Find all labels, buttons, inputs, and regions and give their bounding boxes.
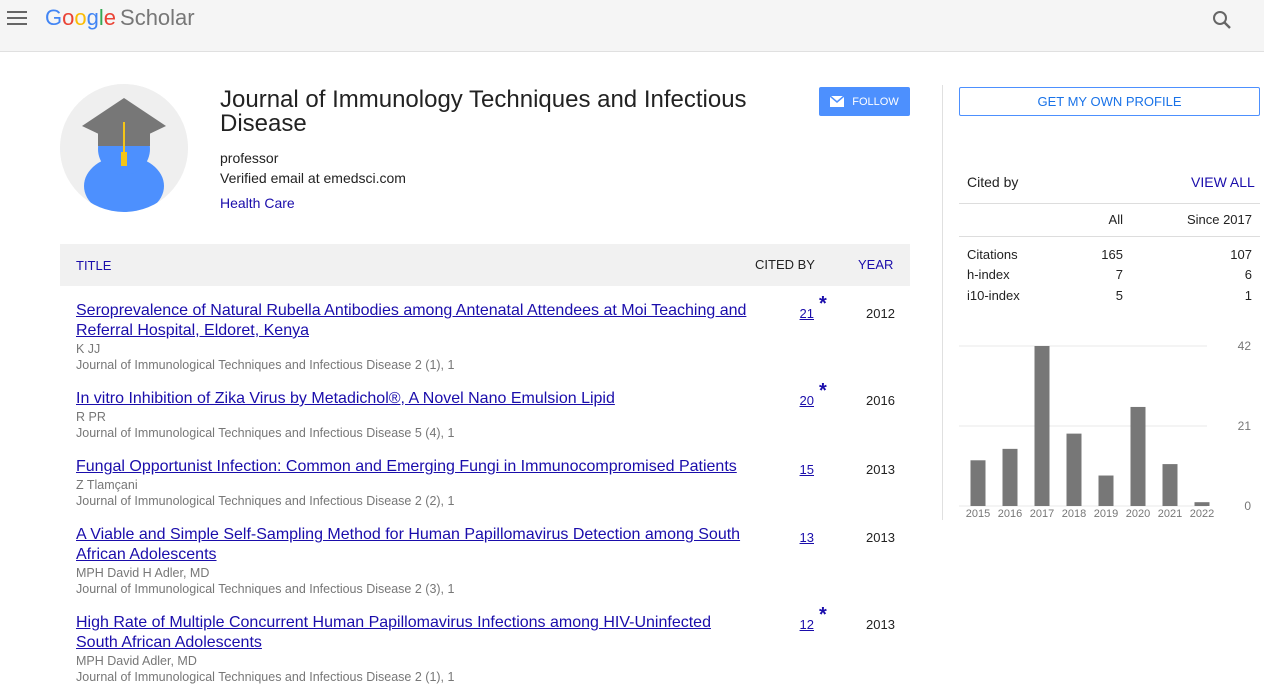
article-year: 2016 — [866, 393, 895, 408]
col-all-header: All — [1108, 212, 1123, 227]
x-tick-label: 2021 — [1158, 508, 1182, 520]
cited-by-count[interactable]: 15 — [754, 462, 814, 477]
interest-link[interactable]: Health Care — [220, 195, 295, 211]
article-title[interactable]: Seroprevalence of Natural Rubella Antibo… — [76, 301, 756, 341]
menu-icon[interactable] — [7, 11, 27, 27]
chart-bar-2020[interactable] — [1130, 406, 1146, 506]
stat-all: 165 — [1101, 247, 1123, 262]
stat-since: 1 — [1244, 288, 1252, 303]
cited-by-count[interactable]: 13 — [754, 530, 814, 545]
chart-bar-2015[interactable] — [970, 460, 986, 506]
merged-star[interactable]: * — [819, 604, 827, 627]
citations-chart: 0 21 42 2015 2016 2017 2018 2019 2020 2021 2022 — [959, 339, 1252, 520]
y-tick-label: 42 — [1238, 339, 1252, 353]
merged-star[interactable]: * — [819, 293, 827, 316]
y-tick-label: 0 — [1244, 499, 1251, 513]
chart-bar-2016[interactable] — [1002, 448, 1018, 506]
stat-label: h-index — [967, 267, 1010, 282]
article-venue: Journal of Immunological Techniques and … — [76, 670, 455, 684]
x-tick-label: 2022 — [1190, 508, 1214, 520]
sort-title[interactable]: TITLE — [76, 258, 111, 273]
article-year: 2013 — [866, 462, 895, 477]
stats-divider — [959, 203, 1260, 204]
google-scholar-logo[interactable]: Google Scholar — [45, 5, 195, 31]
article-venue: Journal of Immunological Techniques and … — [76, 426, 455, 440]
article-title[interactable]: In vitro Inhibition of Zika Virus by Met… — [76, 389, 756, 409]
chart-bar-2018[interactable] — [1066, 433, 1082, 506]
article-authors: K JJ — [76, 342, 101, 356]
top-bar: Google Scholar — [0, 0, 1264, 52]
cited-by-count[interactable]: 20 — [754, 393, 814, 408]
article-year: 2013 — [866, 617, 895, 632]
chart-bar-2019[interactable] — [1098, 475, 1114, 506]
article-year: 2012 — [866, 306, 895, 321]
article-venue: Journal of Immunological Techniques and … — [76, 494, 455, 508]
article-venue: Journal of Immunological Techniques and … — [76, 358, 455, 372]
article-title[interactable]: A Viable and Simple Self-Sampling Method… — [76, 525, 756, 565]
stat-since: 107 — [1230, 247, 1252, 262]
article-venue: Journal of Immunological Techniques and … — [76, 582, 455, 596]
cited-by-count[interactable]: 12 — [754, 617, 814, 632]
chart-bar-2017[interactable] — [1034, 346, 1050, 506]
article-title[interactable]: Fungal Opportunist Infection: Common and… — [76, 457, 756, 477]
column-divider — [942, 85, 943, 520]
x-tick-label: 2015 — [966, 508, 990, 520]
chart-bar-2021[interactable] — [1162, 464, 1178, 506]
x-tick-label: 2020 — [1126, 508, 1150, 520]
col-since-header: Since 2017 — [1186, 212, 1252, 227]
x-tick-label: 2018 — [1062, 508, 1086, 520]
sort-year[interactable]: YEAR — [858, 257, 893, 272]
stat-label: Citations — [967, 247, 1018, 262]
article-authors: R PR — [76, 410, 106, 424]
chart-bar-2022[interactable] — [1194, 502, 1210, 506]
mail-icon — [830, 96, 845, 107]
table-header: TITLE CITED BY YEAR — [60, 244, 910, 286]
stat-label: i10-index — [967, 288, 1020, 303]
get-my-own-profile-button[interactable]: GET MY OWN PROFILE — [959, 87, 1260, 116]
y-tick-label: 21 — [1238, 419, 1252, 433]
avatar — [60, 84, 188, 212]
sort-cited-by[interactable]: CITED BY — [755, 257, 815, 272]
follow-label: FOLLOW — [852, 95, 899, 108]
follow-button[interactable]: FOLLOW — [819, 87, 910, 116]
article-year: 2013 — [866, 530, 895, 545]
x-tick-label: 2019 — [1094, 508, 1118, 520]
view-all-link[interactable]: VIEW ALL — [1191, 174, 1255, 190]
cited-by-heading: Cited by — [967, 174, 1019, 190]
article-authors: MPH David H Adler, MD — [76, 566, 210, 580]
stats-divider — [959, 236, 1260, 237]
stat-since: 6 — [1244, 267, 1252, 282]
stat-all: 5 — [1115, 288, 1123, 303]
x-tick-label: 2016 — [998, 508, 1022, 520]
x-tick-label: 2017 — [1030, 508, 1054, 520]
article-title[interactable]: High Rate of Multiple Concurrent Human P… — [76, 613, 756, 653]
search-icon[interactable] — [1212, 10, 1232, 30]
profile-affiliation: professor — [220, 150, 279, 166]
article-authors: Z Tlamçani — [76, 478, 138, 492]
cited-by-count[interactable]: 21 — [754, 306, 814, 321]
stat-all: 7 — [1115, 267, 1123, 282]
profile-email: Verified email at emedsci.com — [220, 170, 406, 186]
profile-name: Journal of Immunology Techniques and Inf… — [220, 86, 747, 137]
article-authors: MPH David Adler, MD — [76, 654, 197, 668]
merged-star[interactable]: * — [819, 380, 827, 403]
